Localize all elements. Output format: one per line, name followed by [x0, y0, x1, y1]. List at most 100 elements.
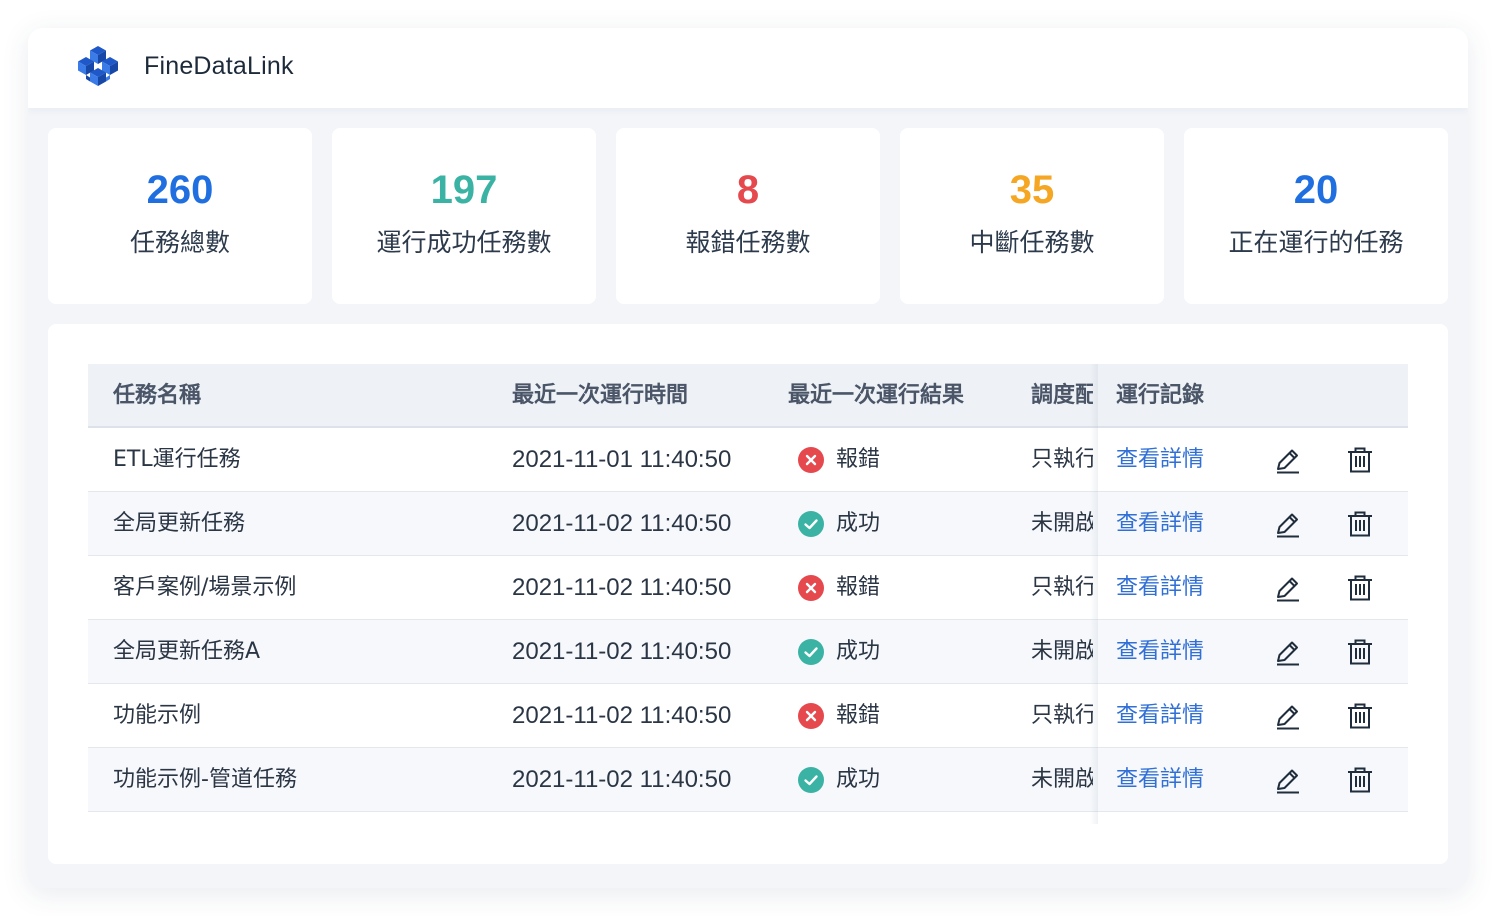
error-x-circle-icon — [798, 446, 824, 473]
result-text: 成功 — [836, 767, 881, 792]
table-row: ETL運行任務 2021-11-01 11:40:50 報錯 只執行 查看詳情 — [88, 428, 1408, 492]
stat-card-total: 260 任務總數 — [48, 128, 312, 304]
schedule-config: 只執行 — [1031, 447, 1093, 472]
success-check-circle-icon — [798, 638, 824, 665]
task-name: 全局更新任務 — [113, 511, 246, 536]
last-run-result: 成功 — [798, 620, 998, 683]
delete-button[interactable] — [1344, 492, 1376, 555]
schedule-config: 未開啟 — [1031, 511, 1093, 536]
stat-value: 35 — [1009, 168, 1055, 212]
edit-button[interactable] — [1272, 428, 1304, 491]
last-run-time: 2021-11-01 11:40:50 — [512, 446, 732, 473]
stat-label: 報錯任務數 — [685, 228, 811, 257]
trash-icon — [1345, 701, 1375, 731]
last-run-result: 報錯 — [798, 556, 998, 619]
top-header: FineDataLink — [28, 28, 1468, 108]
header-last-run-time: 最近一次運行時間 — [512, 383, 689, 408]
view-details-link[interactable]: 查看詳情 — [1116, 684, 1236, 747]
stat-card-success: 197 運行成功任務數 — [332, 128, 596, 304]
edit-pencil-icon — [1273, 637, 1303, 667]
task-name: 客戶案例/場景示例 — [113, 575, 297, 600]
last-run-result: 報錯 — [798, 428, 998, 491]
edit-button[interactable] — [1272, 684, 1304, 747]
schedule-config: 只執行 — [1031, 703, 1093, 728]
delete-button[interactable] — [1344, 428, 1376, 491]
last-run-time: 2021-11-02 11:40:50 — [512, 766, 732, 793]
trash-icon — [1345, 765, 1375, 795]
delete-button[interactable] — [1344, 620, 1376, 683]
view-details-link[interactable]: 查看詳情 — [1116, 556, 1236, 619]
stat-value: 20 — [1293, 168, 1339, 212]
stat-label: 中斷任務數 — [969, 228, 1095, 257]
last-run-time: 2021-11-02 11:40:50 — [512, 574, 732, 601]
table-body: ETL運行任務 2021-11-01 11:40:50 報錯 只執行 查看詳情 全局更新任… — [88, 428, 1408, 812]
table-header: 任務名稱 最近一次運行時間 最近一次運行結果 調度配置 運行記錄 — [88, 364, 1408, 428]
last-run-time: 2021-11-02 11:40:50 — [512, 702, 732, 729]
edit-pencil-icon — [1273, 573, 1303, 603]
column-scroll-shadow — [1090, 364, 1098, 824]
schedule-config: 只執行 — [1031, 575, 1093, 600]
last-run-result: 成功 — [798, 492, 998, 555]
stat-value: 260 — [146, 168, 214, 212]
schedule-config: 未開啟 — [1031, 767, 1093, 792]
result-text: 報錯 — [836, 447, 881, 472]
view-details-link[interactable]: 查看詳情 — [1116, 620, 1236, 683]
table-row: 功能示例-管道任務 2021-11-02 11:40:50 成功 未開啟 查看詳情 — [88, 748, 1408, 812]
task-name: ETL運行任務 — [113, 447, 241, 472]
last-run-result: 報錯 — [798, 684, 998, 747]
task-name: 功能示例 — [113, 703, 202, 728]
trash-icon — [1345, 445, 1375, 475]
edit-pencil-icon — [1273, 445, 1303, 475]
trash-icon — [1345, 573, 1375, 603]
edit-button[interactable] — [1272, 556, 1304, 619]
last-run-time: 2021-11-02 11:40:50 — [512, 638, 732, 665]
trash-icon — [1345, 637, 1375, 667]
success-check-circle-icon — [798, 510, 824, 537]
last-run-result: 成功 — [798, 748, 998, 811]
task-name: 功能示例-管道任務 — [113, 767, 297, 792]
edit-pencil-icon — [1273, 701, 1303, 731]
success-check-circle-icon — [798, 766, 824, 793]
task-name: 全局更新任務A — [113, 639, 261, 664]
schedule-config: 未開啟 — [1031, 639, 1093, 664]
table-row: 客戶案例/場景示例 2021-11-02 11:40:50 報錯 只執行 查看詳情 — [88, 556, 1408, 620]
stat-card-running: 20 正在運行的任務 — [1184, 128, 1448, 304]
app-window: FineDataLink 260 任務總數 197 運行成功任務數 8 報錯任務… — [28, 28, 1468, 888]
result-text: 成功 — [836, 639, 881, 664]
app-title: FineDataLink — [144, 52, 294, 80]
view-details-link[interactable]: 查看詳情 — [1116, 492, 1236, 555]
edit-pencil-icon — [1273, 509, 1303, 539]
edit-button[interactable] — [1272, 748, 1304, 811]
result-text: 成功 — [836, 511, 881, 536]
view-details-link[interactable]: 查看詳情 — [1116, 748, 1236, 811]
stat-card-error: 8 報錯任務數 — [616, 128, 880, 304]
stat-value: 8 — [736, 168, 760, 212]
header-task-name: 任務名稱 — [113, 383, 202, 408]
last-run-time: 2021-11-02 11:40:50 — [512, 510, 732, 537]
task-table: 任務名稱 最近一次運行時間 最近一次運行結果 調度配置 運行記錄 ETL運行任務… — [88, 364, 1408, 824]
error-x-circle-icon — [798, 702, 824, 729]
table-row: 全局更新任務A 2021-11-02 11:40:50 成功 未開啟 查看詳情 — [88, 620, 1408, 684]
header-last-run-result: 最近一次運行結果 — [788, 383, 965, 408]
stat-label: 正在運行的任務 — [1228, 228, 1404, 257]
edit-button[interactable] — [1272, 492, 1304, 555]
delete-button[interactable] — [1344, 556, 1376, 619]
table-row: 功能示例 2021-11-02 11:40:50 報錯 只執行 查看詳情 — [88, 684, 1408, 748]
delete-button[interactable] — [1344, 684, 1376, 747]
error-x-circle-icon — [798, 574, 824, 601]
delete-button[interactable] — [1344, 748, 1376, 811]
header-run-log: 運行記錄 — [1116, 383, 1205, 408]
stat-label: 任務總數 — [129, 228, 230, 257]
task-table-panel: 任務名稱 最近一次運行時間 最近一次運行結果 調度配置 運行記錄 ETL運行任務… — [48, 324, 1448, 864]
edit-button[interactable] — [1272, 620, 1304, 683]
result-text: 報錯 — [836, 575, 881, 600]
table-row: 全局更新任務 2021-11-02 11:40:50 成功 未開啟 查看詳情 — [88, 492, 1408, 556]
view-details-link[interactable]: 查看詳情 — [1116, 428, 1236, 491]
edit-pencil-icon — [1273, 765, 1303, 795]
trash-icon — [1345, 509, 1375, 539]
stat-label: 運行成功任務數 — [376, 228, 552, 257]
stat-card-interrupted: 35 中斷任務數 — [900, 128, 1164, 304]
cube-cluster-logo-icon — [78, 46, 118, 86]
header-schedule-config: 調度配置 — [1031, 383, 1093, 408]
stat-value: 197 — [430, 168, 498, 212]
